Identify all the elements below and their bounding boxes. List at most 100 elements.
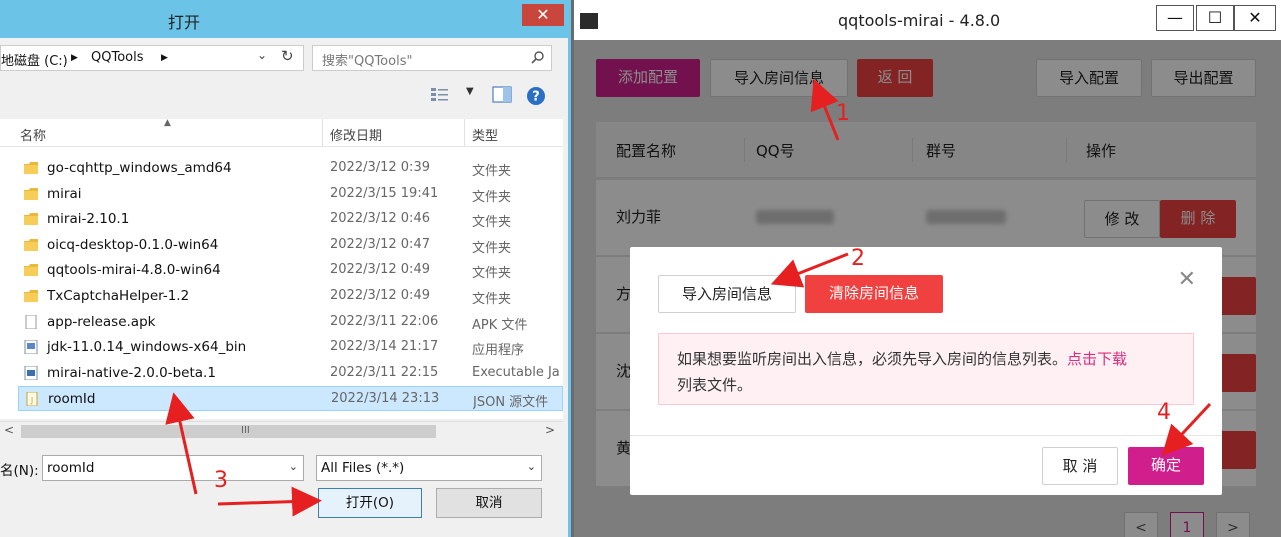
column-separator[interactable]: [322, 119, 323, 147]
chevron-down-icon[interactable]: ⌄: [527, 460, 536, 473]
filetype-value: All Files (*.*): [321, 460, 405, 476]
alert-text: 如果想要监听房间出入信息，必须先导入房间的信息列表。点击下载 列表文件。: [677, 346, 1187, 398]
column-date-modified[interactable]: 修改日期: [330, 125, 382, 144]
help-icon[interactable]: ?: [526, 86, 546, 106]
folder-icon: [23, 263, 39, 277]
breadcrumb-separator-icon: ▶: [161, 53, 168, 63]
filename-value: roomId: [47, 460, 95, 476]
svg-text:J: J: [30, 396, 33, 405]
file-date: 2022/3/12 0:49: [330, 288, 430, 303]
file-type: 文件夹: [472, 266, 512, 282]
modal-import-room-button[interactable]: 导入房间信息: [658, 275, 796, 313]
file-type: APK 文件: [472, 317, 528, 333]
alert-message: 如果想要监听房间出入信息，必须先导入房间的信息列表。: [677, 350, 1068, 368]
file-list-header: ▲ 名称 修改日期 类型: [0, 118, 563, 147]
sort-ascending-icon: ▲: [164, 118, 171, 128]
file-row[interactable]: mirai-2.10.1 2022/3/12 0:46 文件夹: [18, 207, 563, 232]
file-row[interactable]: jdk-11.0.14_windows-x64_bin 2022/3/14 21:…: [18, 335, 563, 360]
file-date: 2022/3/12 0:46: [330, 211, 430, 227]
close-icon[interactable]: ✕: [1178, 267, 1196, 292]
svg-text:?: ?: [532, 90, 540, 105]
scrollbar-thumb[interactable]: III: [21, 425, 436, 438]
close-button[interactable]: ✕: [1234, 5, 1276, 31]
scroll-right-icon[interactable]: >: [545, 423, 555, 437]
file-row[interactable]: go-cqhttp_windows_amd64 2022/3/12 0:39 文件夹: [18, 156, 563, 181]
annotation-label-3: 3: [214, 468, 228, 493]
minimize-button[interactable]: —: [1156, 5, 1194, 31]
scroll-left-icon[interactable]: <: [4, 423, 14, 437]
file-row[interactable]: qqtools-mirai-4.8.0-win64 2022/3/12 0:49 文…: [18, 258, 563, 283]
file-type: 文件夹: [472, 164, 512, 179]
file-date: 2022/3/11 22:15: [330, 364, 439, 380]
column-type[interactable]: 类型: [472, 125, 498, 144]
chevron-down-icon[interactable]: ⌄: [257, 48, 267, 62]
file-row[interactable]: mirai-native-2.0.0-beta.1 2022/3/11 22:15…: [18, 361, 563, 386]
file-row[interactable]: oicq-desktop-0.1.0-win64 2022/3/12 0:47 文件…: [18, 233, 563, 258]
file-row[interactable]: TxCaptchaHelper-1.2 2022/3/12 0:49 文件夹: [18, 284, 563, 309]
file-row[interactable]: mirai 2022/3/15 19:41 文件夹: [18, 182, 563, 207]
file-name: go-cqhttp_windows_amd64: [47, 160, 232, 176]
app-icon: [23, 339, 39, 355]
annotation-label-1: 1: [836, 101, 850, 126]
breadcrumb-folder[interactable]: QQTools: [91, 50, 144, 65]
file-name: jdk-11.0.14_windows-x64_bin: [47, 339, 247, 356]
filetype-select[interactable]: All Files (*.*) ⌄: [316, 455, 542, 481]
modal-cancel-button[interactable]: 取 消: [1042, 447, 1118, 485]
chevron-down-icon[interactable]: ⌄: [289, 460, 298, 473]
horizontal-scrollbar[interactable]: < III >: [0, 421, 563, 440]
dialog-close-button[interactable]: ✕: [522, 4, 564, 26]
json-icon: J: [24, 391, 40, 407]
file-name: qqtools-mirai-4.8.0-win64: [47, 262, 221, 279]
folder-icon: [23, 238, 39, 252]
file-type: 文件夹: [472, 189, 512, 205]
scrollbar-grip: III: [241, 425, 250, 436]
folder-icon: [23, 161, 39, 175]
open-button[interactable]: 打开(O): [318, 488, 422, 518]
view-options-icon[interactable]: [430, 86, 450, 104]
file-row[interactable]: JroomId 2022/3/14 23:13 JSON 源文件: [18, 386, 563, 412]
file-row[interactable]: app-release.apk 2022/3/11 22:06 APK 文件: [18, 310, 563, 335]
file-type: 文件夹: [472, 215, 512, 231]
app-title: qqtools-mirai - 4.8.0: [838, 11, 1001, 30]
info-alert: 如果想要监听房间出入信息，必须先导入房间的信息列表。点击下载 列表文件。: [658, 333, 1194, 405]
dialog-title: 打开: [168, 13, 201, 32]
file-date: 2022/3/14 21:17: [330, 339, 439, 355]
annotation-label-2: 2: [851, 246, 865, 271]
file-name: app-release.apk: [47, 313, 156, 330]
file-name: mirai: [47, 185, 82, 202]
search-box[interactable]: 搜索"QQTools": [312, 45, 552, 71]
folder-icon: [23, 187, 39, 201]
column-name[interactable]: 名称: [20, 125, 46, 144]
maximize-button[interactable]: ☐: [1196, 5, 1234, 31]
cancel-button[interactable]: 取消: [436, 488, 542, 518]
app-titlebar: qqtools-mirai - 4.8.0 — ☐ ✕: [574, 0, 1281, 40]
file-type: 应用程序: [472, 343, 525, 359]
file-name: TxCaptchaHelper-1.2: [47, 288, 190, 304]
breadcrumb-separator-icon: ▶: [71, 53, 78, 63]
filename-input[interactable]: roomId ⌄: [42, 455, 304, 481]
file-type: 文件夹: [472, 240, 512, 256]
screenshot-root: 打开 ✕ 地磁盘 (C:) ▶ QQTools ▶ ⌄ ↻ 搜索"QQTools…: [0, 0, 1281, 537]
address-bar[interactable]: 地磁盘 (C:) ▶ QQTools ▶ ⌄ ↻: [0, 45, 304, 71]
qqtools-window: qqtools-mirai - 4.8.0 — ☐ ✕ 添加配置 导入房间信息 …: [574, 0, 1281, 537]
file-name: mirai-2.10.1: [47, 211, 130, 228]
download-link[interactable]: 点击下载: [1067, 350, 1127, 368]
annotation-label-4: 4: [1157, 400, 1171, 425]
import-room-modal: 导入房间信息 清除房间信息 ✕ 如果想要监听房间出入信息，必须先导入房间的信息列…: [630, 247, 1222, 495]
file-date: 2022/3/11 22:06: [330, 313, 439, 329]
breadcrumb-drive[interactable]: 地磁盘 (C:): [1, 50, 68, 69]
app-logo-icon: [580, 13, 598, 29]
preview-pane-icon[interactable]: [492, 86, 512, 104]
file-date: 2022/3/12 0:39: [330, 160, 430, 175]
file-type: JSON 源文件: [473, 395, 549, 411]
file-open-dialog: 打开 ✕ 地磁盘 (C:) ▶ QQTools ▶ ⌄ ↻ 搜索"QQTools…: [0, 0, 571, 537]
column-separator[interactable]: [464, 119, 465, 147]
refresh-icon[interactable]: ↻: [281, 47, 294, 65]
alert-tail: 列表文件。: [677, 376, 753, 394]
modal-footer-divider: [630, 435, 1222, 436]
view-dropdown-icon[interactable]: ▼: [466, 86, 474, 97]
jar-icon: [23, 365, 39, 381]
modal-ok-button[interactable]: 确定: [1128, 447, 1204, 485]
modal-clear-room-button[interactable]: 清除房间信息: [805, 275, 943, 313]
filename-label: 名(N):: [0, 463, 39, 479]
